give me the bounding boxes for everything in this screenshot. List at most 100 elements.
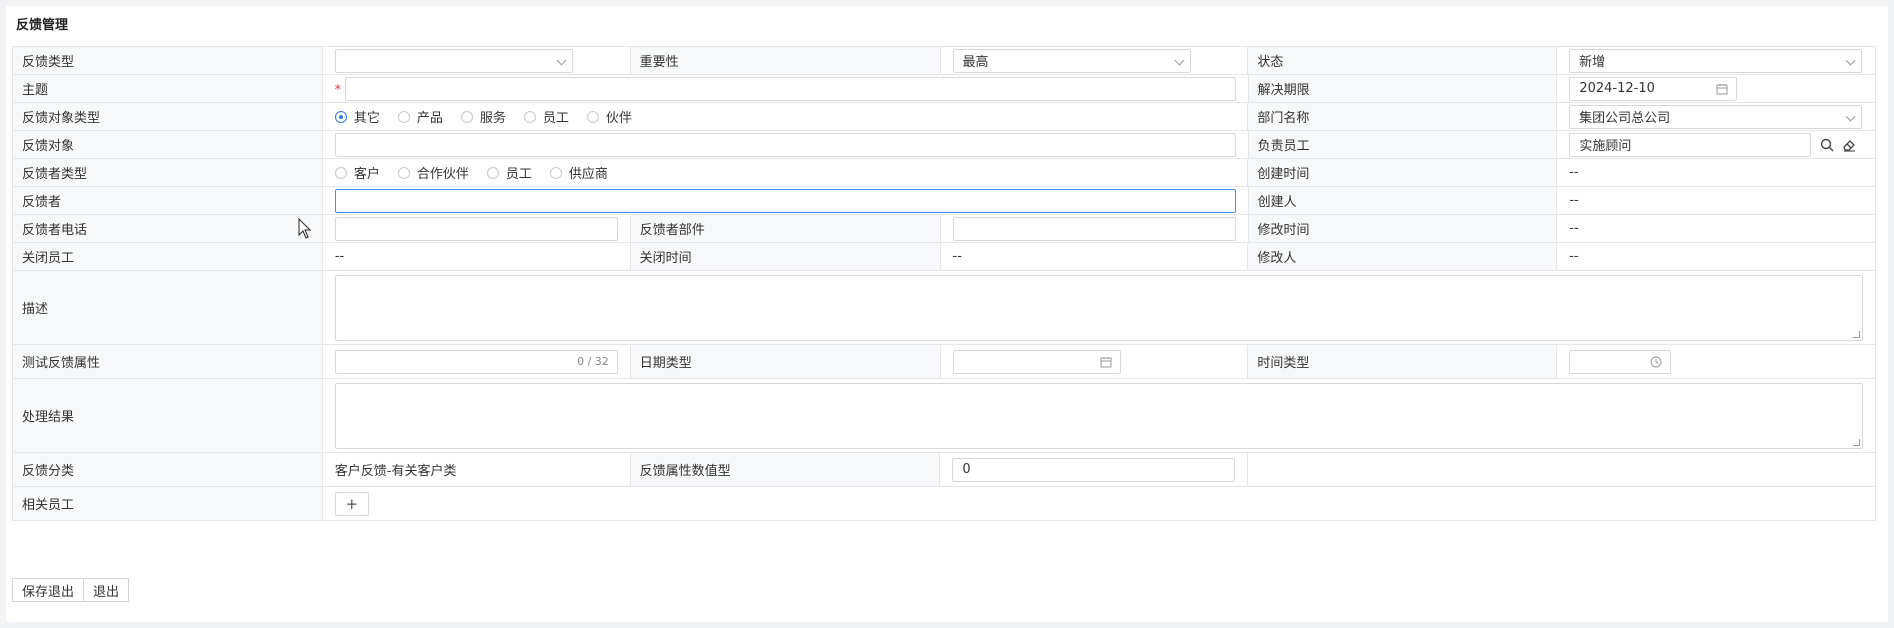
target-type-option-partner[interactable]: 伙伴	[586, 107, 632, 126]
radio-icon	[486, 166, 499, 179]
owner-label: 负责员工	[1248, 131, 1558, 158]
test-attr-input[interactable]: 0 / 32	[334, 349, 618, 374]
deadline-label: 解决期限	[1248, 75, 1558, 102]
form-row: 关闭员工 -- 关闭时间 -- 修改人 --	[13, 243, 1876, 271]
department-select[interactable]: 集团公司总公司	[1569, 104, 1863, 129]
target-input[interactable]	[334, 132, 1236, 157]
modifier-label: 修改人	[1248, 243, 1558, 270]
creator-label: 创建人	[1248, 187, 1558, 214]
radio-selected-icon	[334, 110, 347, 123]
deadline-date-picker[interactable]: 2024-12-10	[1569, 76, 1738, 101]
plus-icon: +	[345, 494, 359, 513]
deadline-cell: 2024-12-10	[1557, 75, 1876, 102]
owner-cell: 实施顾问	[1557, 131, 1876, 158]
page: 反馈管理 反馈类型 重要性 最高 状态 新增 主题 * 解决期限 2024-12…	[0, 0, 1894, 628]
reporter-cell	[323, 187, 1249, 214]
status-select[interactable]: 新增	[1569, 48, 1863, 73]
reporter-phone-label: 反馈者电话	[13, 215, 323, 242]
closer-value: --	[323, 243, 631, 270]
related-staff-label: 相关员工	[13, 487, 323, 520]
closed-time-label: 关闭时间	[630, 243, 941, 270]
form-row: 反馈分类 客户反馈-有关客户类 反馈属性数值型 0	[13, 453, 1876, 487]
description-cell	[323, 271, 1876, 344]
form-row: 反馈者电话 反馈者部件 修改时间 --	[13, 215, 1876, 243]
closer-label: 关闭员工	[13, 243, 323, 270]
target-type-option-other[interactable]: 其它	[334, 107, 380, 126]
date-type-cell	[941, 345, 1249, 378]
description-label: 描述	[13, 271, 323, 344]
reporter-label: 反馈者	[13, 187, 323, 214]
form-row: 主题 * 解决期限 2024-12-10	[13, 75, 1876, 103]
category-label: 反馈分类	[13, 453, 323, 486]
reporter-dept-input[interactable]	[952, 216, 1236, 241]
reporter-input[interactable]	[334, 188, 1236, 213]
importance-select[interactable]: 最高	[952, 48, 1191, 73]
search-icon[interactable]	[1820, 138, 1834, 152]
reporter-type-option-employee[interactable]: 员工	[486, 163, 532, 182]
page-title: 反馈管理	[16, 18, 69, 33]
target-type-option-product[interactable]: 产品	[397, 107, 443, 126]
radio-icon	[397, 110, 410, 123]
owner-input[interactable]: 实施顾问	[1569, 132, 1812, 157]
add-related-staff-button[interactable]: +	[334, 491, 369, 516]
required-mark: *	[334, 83, 342, 98]
form-row: 反馈对象 负责员工 实施顾问	[13, 131, 1876, 159]
status-cell: 新增	[1557, 47, 1876, 74]
chevron-down-icon	[556, 55, 567, 65]
radio-icon	[549, 166, 562, 179]
resize-handle-icon[interactable]	[1853, 438, 1860, 446]
target-type-option-service[interactable]: 服务	[460, 107, 506, 126]
resize-handle-icon[interactable]	[1853, 330, 1860, 338]
reporter-dept-cell	[941, 215, 1249, 242]
save-exit-button[interactable]: 保存退出	[12, 578, 85, 602]
result-label: 处理结果	[13, 379, 323, 452]
modified-time-label: 修改时间	[1248, 215, 1558, 242]
status-label: 状态	[1248, 47, 1558, 74]
eraser-icon[interactable]	[1842, 138, 1856, 152]
reporter-phone-cell	[323, 215, 631, 242]
test-attr-cell: 0 / 32	[323, 345, 631, 378]
action-bar: 保存退出 退出	[12, 578, 130, 602]
date-type-picker[interactable]	[952, 349, 1121, 374]
clock-icon	[1650, 356, 1662, 367]
time-type-picker[interactable]	[1569, 349, 1672, 374]
form-row: 测试反馈属性 0 / 32 日期类型 时间类型	[13, 345, 1876, 379]
category-value: 客户反馈-有关客户类	[323, 453, 631, 486]
radio-icon	[334, 166, 347, 179]
subject-cell: *	[323, 75, 1249, 102]
radio-icon	[460, 110, 473, 123]
numeric-attr-label: 反馈属性数值型	[630, 453, 941, 486]
empty-cell	[1248, 453, 1876, 486]
creator-value: --	[1557, 187, 1876, 214]
modifier-value: --	[1557, 243, 1876, 270]
department-label: 部门名称	[1248, 103, 1558, 130]
subject-input[interactable]	[344, 76, 1236, 101]
reporter-phone-input[interactable]	[334, 216, 618, 241]
chevron-down-icon	[1174, 55, 1184, 65]
numeric-attr-input[interactable]: 0	[952, 457, 1236, 482]
reporter-type-option-supplier[interactable]: 供应商	[549, 163, 608, 182]
numeric-attr-cell: 0	[940, 453, 1249, 486]
reporter-type-label: 反馈者类型	[13, 159, 323, 186]
feedback-type-select[interactable]	[334, 48, 573, 73]
char-counter: 0 / 32	[577, 354, 609, 368]
reporter-type-radio-group: 客户 合作伙伴 员工 供应商	[323, 159, 1249, 186]
exit-button[interactable]: 退出	[84, 578, 130, 602]
reporter-type-option-customer[interactable]: 客户	[334, 163, 380, 182]
description-textarea[interactable]	[334, 274, 1863, 341]
closed-time-value: --	[941, 243, 1249, 270]
calendar-icon	[1716, 83, 1728, 94]
form-row: 反馈对象类型 其它 产品 服务 员工 伙伴 部门名称 集团公司总公司	[13, 103, 1876, 131]
importance-label: 重要性	[630, 47, 941, 74]
target-type-option-employee[interactable]: 员工	[523, 107, 569, 126]
result-cell	[323, 379, 1876, 452]
chevron-down-icon	[1845, 111, 1856, 121]
form-row: 反馈类型 重要性 最高 状态 新增	[13, 47, 1876, 75]
target-cell	[323, 131, 1249, 158]
reporter-type-option-partner[interactable]: 合作伙伴	[397, 163, 469, 182]
radio-icon	[397, 166, 410, 179]
feedback-type-cell	[323, 47, 631, 74]
result-textarea[interactable]	[334, 382, 1863, 449]
radio-icon	[586, 110, 599, 123]
radio-icon	[523, 110, 536, 123]
